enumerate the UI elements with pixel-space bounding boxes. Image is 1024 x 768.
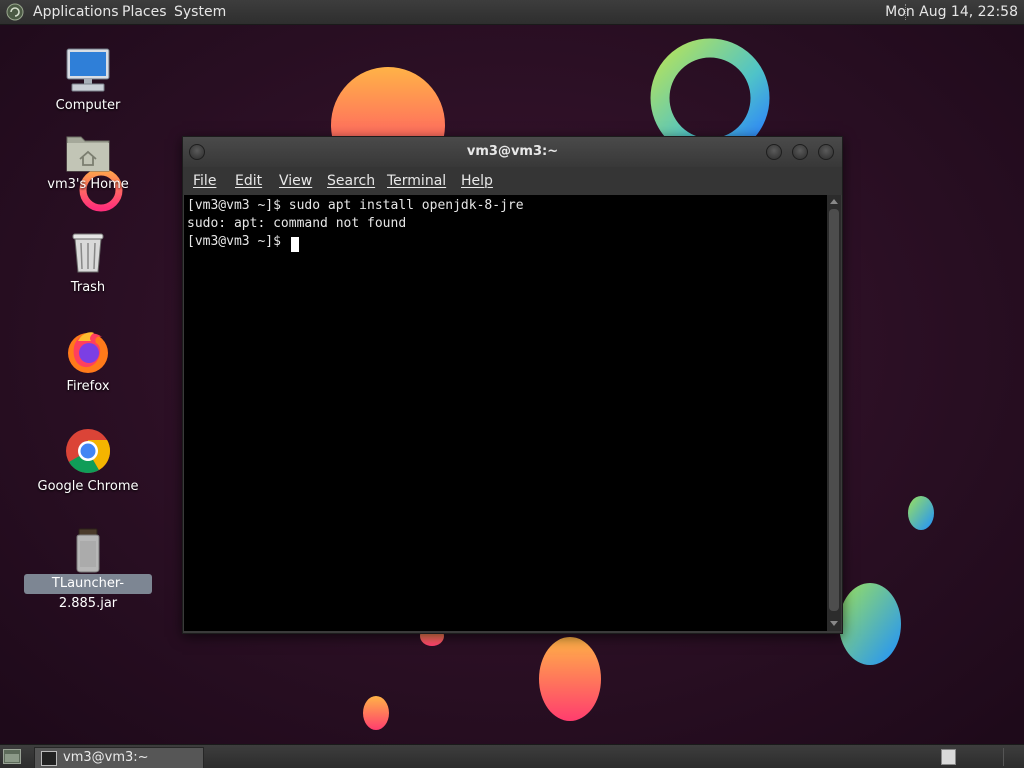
places-menu[interactable]: Places [122, 0, 167, 24]
terminal-line: [vm3@vm3 ~]$ sudo apt install openjdk-8-… [187, 198, 524, 213]
desktop-icon-label: Computer [55, 98, 121, 113]
minimize-button[interactable] [766, 144, 782, 160]
bottom-panel: vm3@vm3:~ [0, 744, 1024, 768]
workspace-switcher[interactable] [941, 749, 956, 765]
menu-view[interactable]: View [279, 167, 312, 195]
panel-separator [1003, 748, 1004, 766]
close-button[interactable] [818, 144, 834, 160]
home-folder-icon [66, 136, 110, 172]
terminal-icon [41, 751, 57, 766]
desktop-icon-label: TLauncher-2.885.jar [24, 574, 152, 611]
chrome-icon [66, 429, 111, 473]
scroll-up-arrow-icon[interactable] [830, 199, 838, 204]
firefox-icon [68, 332, 108, 373]
scrollbar-thumb[interactable] [829, 209, 839, 611]
menu-search[interactable]: Search [327, 167, 375, 195]
menu-help[interactable]: Help [461, 167, 493, 195]
trash-icon [72, 233, 104, 273]
top-panel: Applications Places System Mon Aug 14, 2… [0, 0, 1024, 25]
terminal-scrollbar[interactable] [827, 195, 841, 631]
desktop-icon-label: vm3's Home [47, 177, 129, 192]
maximize-button[interactable] [792, 144, 808, 160]
applications-menu[interactable]: Applications [33, 0, 119, 24]
taskbar-item-terminal[interactable]: vm3@vm3:~ [34, 747, 204, 768]
terminal-window[interactable]: vm3@vm3:~ File Edit View Search Terminal… [182, 136, 843, 634]
desktop-icon-label: Firefox [66, 379, 110, 394]
terminal-prompt-line: [vm3@vm3 ~]$ [187, 234, 289, 249]
clock[interactable]: Mon Aug 14, 22:58 [885, 0, 1018, 24]
menu-terminal[interactable]: Terminal [387, 167, 446, 195]
system-menu[interactable]: System [174, 0, 226, 24]
menu-edit[interactable]: Edit [235, 167, 262, 195]
window-title: vm3@vm3:~ [466, 144, 559, 159]
menu-file[interactable]: File [193, 167, 216, 195]
desktop-icon-label: Google Chrome [37, 479, 139, 494]
show-desktop-icon[interactable] [3, 749, 21, 764]
scroll-down-arrow-icon[interactable] [830, 621, 838, 626]
terminal-line: sudo: apt: command not found [187, 216, 407, 231]
desktop-icon-label: Trash [70, 280, 106, 295]
window-titlebar[interactable]: vm3@vm3:~ [183, 137, 842, 167]
terminal-output[interactable]: [vm3@vm3 ~]$ sudo apt install openjdk-8-… [184, 195, 827, 631]
taskbar-item-label: vm3@vm3:~ [63, 750, 149, 765]
computer-icon [66, 48, 110, 92]
text-cursor [291, 237, 299, 252]
jar-icon [76, 528, 100, 573]
terminal-menubar: File Edit View Search Terminal Help [183, 167, 842, 195]
distro-logo-icon[interactable] [6, 3, 24, 21]
